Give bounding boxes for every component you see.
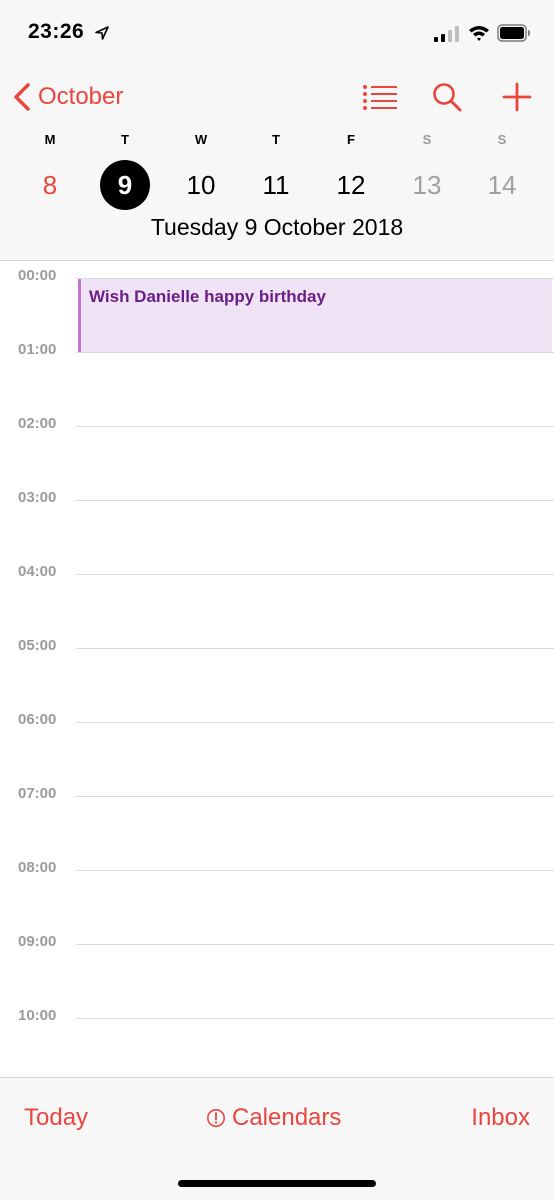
list-icon[interactable] <box>362 84 398 110</box>
hour-divider <box>76 352 554 353</box>
alert-circle-icon <box>207 1109 225 1127</box>
hour-divider <box>76 796 554 797</box>
date-cell[interactable]: 14 <box>477 160 527 210</box>
hour-divider <box>76 1018 554 1019</box>
weekday-letters: M T W T F S S <box>0 132 554 152</box>
inbox-button[interactable]: Inbox <box>471 1104 530 1132</box>
weekday-letter: T <box>272 132 280 147</box>
back-to-month-button[interactable]: October <box>12 80 123 114</box>
add-icon[interactable] <box>502 82 532 112</box>
hour-label: 03:00 <box>18 489 57 506</box>
hour-divider <box>76 500 554 501</box>
weekday-letter: F <box>347 132 355 147</box>
weekday-letter: W <box>194 132 208 147</box>
selected-date-title: Tuesday 9 October 2018 <box>150 214 404 240</box>
hour-divider <box>76 722 554 723</box>
hour-divider <box>76 574 554 575</box>
date-cell[interactable]: 8 <box>25 160 75 210</box>
date-cell[interactable]: 13 <box>402 160 452 210</box>
hour-label: 01:00 <box>18 341 57 358</box>
calendars-button[interactable]: Calendars <box>206 1104 341 1132</box>
weekday-letter: T <box>121 132 129 147</box>
hour-label: 09:00 <box>18 933 57 950</box>
date-cell[interactable]: 12 <box>326 160 376 210</box>
hour-row: 07:00 <box>0 785 554 805</box>
back-label: October <box>38 83 124 110</box>
hour-label: 10:00 <box>18 1007 57 1024</box>
hour-row: 04:00 <box>0 563 554 583</box>
hour-divider <box>76 944 554 945</box>
weekday-letter: M <box>44 132 56 147</box>
weekday-letter: S <box>497 132 507 147</box>
calendar-day-screen: 23:26 October M T W T F S S 8 9 10 11 12… <box>0 0 554 1200</box>
hour-row: 08:00 <box>0 859 554 879</box>
hour-label: 04:00 <box>18 563 57 580</box>
hour-label: 05:00 <box>18 637 57 654</box>
today-button[interactable]: Today <box>24 1104 88 1132</box>
header-area: 23:26 October M T W T F S S 8 9 10 11 12… <box>0 0 554 261</box>
hour-label: 07:00 <box>18 785 57 802</box>
search-icon[interactable] <box>432 82 462 112</box>
battery-icon <box>497 24 530 42</box>
hour-divider <box>76 870 554 871</box>
event-title: Wish Danielle happy birthday <box>89 287 326 306</box>
hour-label: 02:00 <box>18 415 57 432</box>
hour-divider <box>76 648 554 649</box>
hour-row: 03:00 <box>0 489 554 509</box>
chevron-left-icon <box>14 83 30 111</box>
location-arrow-icon <box>95 26 109 40</box>
hour-row: 10:00 <box>0 1007 554 1027</box>
hour-label: 00:00 <box>18 267 57 284</box>
week-dates: 8 9 10 11 12 13 14 <box>0 160 554 212</box>
wifi-icon <box>469 26 489 41</box>
hour-row: 00:00 Wish Danielle happy birthday <box>0 267 554 352</box>
hour-divider <box>76 426 554 427</box>
day-timeline[interactable]: 00:00 Wish Danielle happy birthday 01:00… <box>0 262 554 1076</box>
status-time: 23:26 <box>28 20 85 43</box>
signal-icon <box>434 26 459 42</box>
hour-row: 06:00 <box>0 711 554 731</box>
calendars-label: Calendars <box>232 1104 342 1131</box>
home-indicator[interactable] <box>178 1180 376 1187</box>
date-cell[interactable]: 10 <box>176 160 226 210</box>
hour-label: 08:00 <box>18 859 57 876</box>
hour-row: 02:00 <box>0 415 554 435</box>
hour-row: 05:00 <box>0 637 554 657</box>
weekday-letter: S <box>422 132 432 147</box>
date-cell-selected[interactable]: 9 <box>100 160 150 210</box>
date-cell[interactable]: 11 <box>251 160 301 210</box>
hour-label: 06:00 <box>18 711 57 728</box>
hour-row: 01:00 <box>0 341 554 361</box>
hour-row: 09:00 <box>0 933 554 953</box>
